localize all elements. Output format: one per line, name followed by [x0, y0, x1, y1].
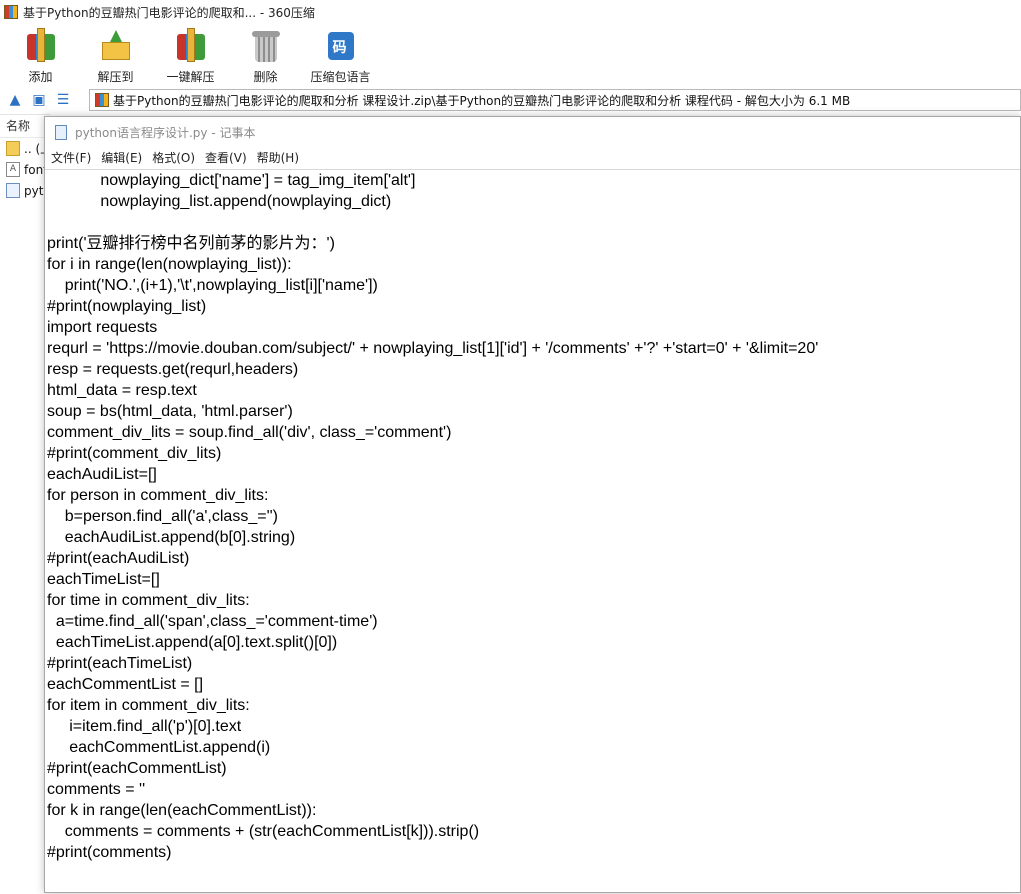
notepad-titlebar[interactable]: python语言程序设计.py - 记事本	[45, 117, 1020, 147]
add-button[interactable]: 添加	[3, 24, 78, 86]
extract-to-icon	[98, 28, 134, 64]
extract-to-button-label: 解压到	[97, 70, 134, 84]
file-list-item[interactable]: pyth	[0, 180, 50, 201]
one-click-extract-icon	[173, 28, 209, 64]
add-button-label: 添加	[28, 70, 53, 84]
delete-button[interactable]: 删除	[228, 24, 303, 86]
menu-file[interactable]: 文件(F)	[51, 149, 91, 166]
address-path: 基于Python的豆瓣热门电影评论的爬取和分析 课程设计.zip\基于Pytho…	[113, 93, 851, 108]
menu-help[interactable]: 帮助(H)	[257, 149, 299, 166]
zip-toolbar: 添加 解压到 一键解压 删除 压缩包语言	[0, 24, 1021, 86]
up-arrow-icon[interactable]: ▲	[6, 91, 24, 109]
archive-language-button[interactable]: 压缩包语言	[303, 24, 378, 86]
delete-icon	[248, 28, 284, 64]
zip-window-titlebar: 基于Python的豆瓣热门电影评论的爬取和... - 360压缩	[0, 0, 1021, 24]
file-list-panel: 名称 .. (上 A font pyth	[0, 114, 50, 894]
notepad-icon	[55, 124, 67, 140]
folder-icon	[6, 141, 20, 156]
address-field[interactable]: 基于Python的豆瓣热门电影评论的爬取和分析 课程设计.zip\基于Pytho…	[89, 89, 1021, 111]
archive-app-icon	[4, 5, 18, 19]
notepad-menubar: 文件(F) 编辑(E) 格式(O) 查看(V) 帮助(H)	[45, 147, 1020, 168]
zip-address-bar: ▲ ▣ ☰ 基于Python的豆瓣热门电影评论的爬取和分析 课程设计.zip\基…	[0, 86, 1021, 114]
notepad-title: python语言程序设计.py - 记事本	[75, 125, 256, 140]
archive-language-button-label: 压缩包语言	[310, 70, 371, 84]
delete-button-label: 删除	[253, 70, 278, 84]
zip-window-title: 基于Python的豆瓣热门电影评论的爬取和... - 360压缩	[23, 5, 315, 20]
menu-format[interactable]: 格式(O)	[152, 149, 195, 166]
name-column-header[interactable]: 名称	[0, 115, 50, 138]
one-click-extract-button[interactable]: 一键解压	[153, 24, 228, 86]
menu-view[interactable]: 查看(V)	[205, 149, 247, 166]
archive-language-icon	[323, 28, 359, 64]
file-list-item[interactable]: A font	[0, 159, 50, 180]
extract-to-button[interactable]: 解压到	[78, 24, 153, 86]
font-file-icon: A	[6, 162, 20, 177]
one-click-extract-button-label: 一键解压	[166, 70, 215, 84]
file-list-item[interactable]: .. (上	[0, 138, 50, 159]
view-list-icon[interactable]: ☰	[54, 91, 72, 109]
menu-edit[interactable]: 编辑(E)	[101, 149, 142, 166]
python-file-icon	[6, 183, 20, 198]
add-archive-icon	[23, 28, 59, 64]
notepad-window: python语言程序设计.py - 记事本 文件(F) 编辑(E) 格式(O) …	[44, 116, 1021, 893]
view-icons-icon[interactable]: ▣	[30, 91, 48, 109]
code-text[interactable]: nowplaying_dict['name'] = tag_img_item['…	[45, 170, 1020, 863]
archive-file-icon	[95, 93, 109, 107]
notepad-text-area[interactable]: nowplaying_dict['name'] = tag_img_item['…	[45, 169, 1020, 894]
